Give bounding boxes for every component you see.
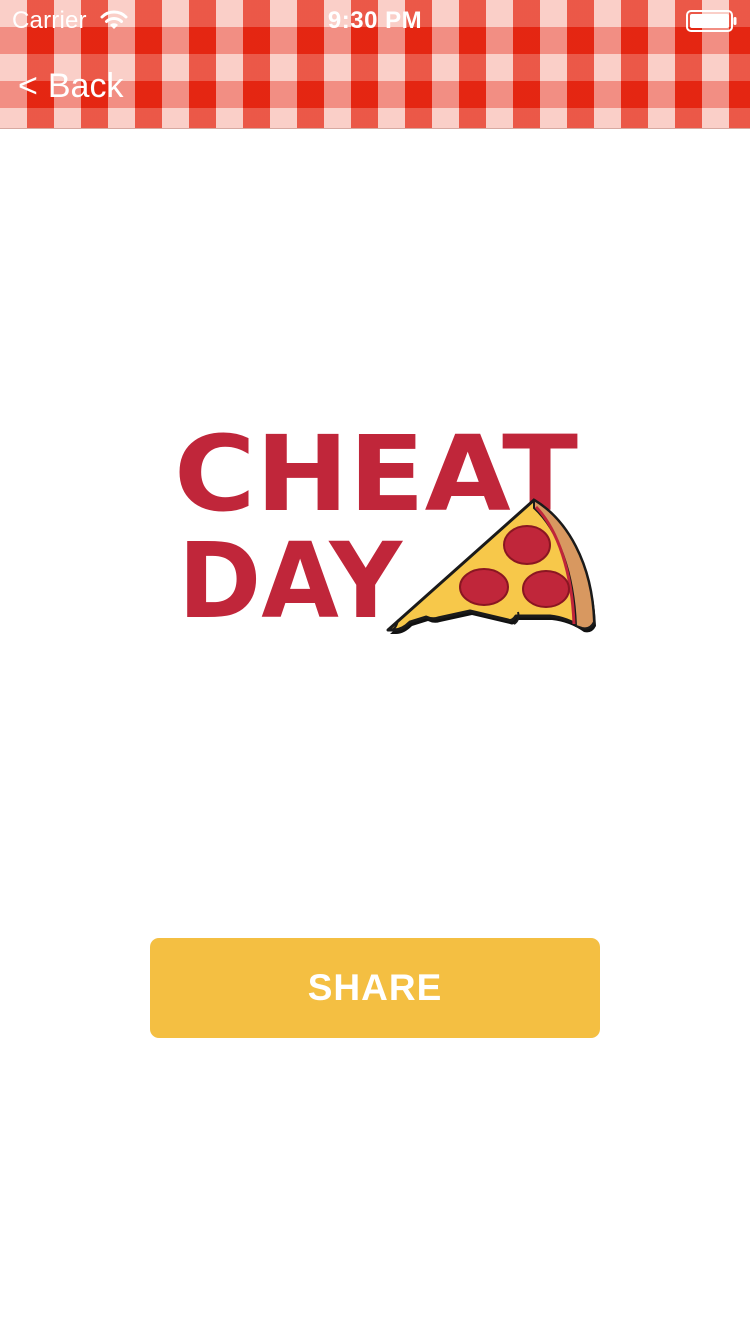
battery-full-icon [686, 10, 737, 32]
chevron-left-icon: < [18, 66, 38, 105]
navigation-header: Carrier 9:30 PM < Back [0, 0, 750, 129]
logo-line-day: DAY [178, 520, 404, 640]
share-button[interactable]: SHARE [150, 938, 600, 1038]
back-button-label: Back [47, 66, 124, 105]
back-button[interactable]: < Back [18, 64, 123, 108]
status-time: 9:30 PM [327, 7, 423, 34]
share-button-label: SHARE [307, 967, 443, 1008]
status-bar: Carrier 9:30 PM [0, 0, 750, 40]
cheat-day-logo: CHEAT DAY [174, 413, 596, 640]
